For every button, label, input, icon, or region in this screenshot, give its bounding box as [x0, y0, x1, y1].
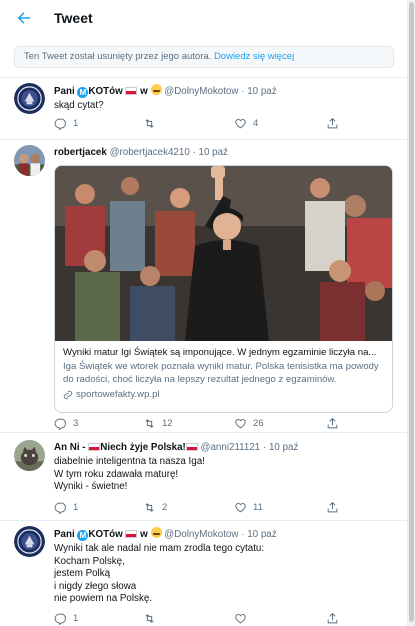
- page-header: Tweet: [0, 0, 408, 36]
- reply-button[interactable]: 1: [54, 612, 78, 625]
- reply-button[interactable]: 1: [54, 117, 78, 130]
- card-description: Iga Świątek we wtorek poznała wyniki mat…: [63, 361, 379, 385]
- tweet-actions: 3 12 26: [54, 417, 354, 431]
- like-button[interactable]: 26: [234, 417, 264, 430]
- card-title: Wyniki matur Igi Świątek są imponujące. …: [63, 347, 377, 358]
- retweet-button[interactable]: [143, 612, 162, 625]
- tweet-time[interactable]: 10 paź: [247, 529, 276, 540]
- like-icon: [235, 502, 246, 513]
- like-button[interactable]: 4: [234, 117, 258, 130]
- divider: [0, 520, 408, 521]
- avatar[interactable]: [14, 440, 45, 471]
- share-button[interactable]: [326, 117, 339, 130]
- link-preview-card[interactable]: Wyniki matur Igi Świątek są imponujące. …: [54, 165, 393, 413]
- author-name[interactable]: An Ni - Niech żyje Polska!: [54, 442, 198, 453]
- divider: [0, 139, 408, 140]
- like-button[interactable]: [234, 612, 253, 625]
- retweet-icon: [145, 503, 154, 512]
- share-button[interactable]: [326, 501, 339, 514]
- share-button[interactable]: [326, 417, 339, 430]
- scrollbar-thumb[interactable]: [409, 2, 414, 622]
- share-icon: [327, 417, 338, 429]
- tweet-column: Tweet Ten Tweet został usunięty przez je…: [0, 0, 408, 626]
- reply-icon: [54, 502, 66, 514]
- author-name[interactable]: Pani M KOTów w: [54, 527, 162, 541]
- like-button[interactable]: 11: [234, 501, 263, 514]
- tweet-reply[interactable]: An Ni - Niech żyje Polska! @anni211121 ·…: [0, 440, 408, 518]
- tweet-time[interactable]: 10 paź: [199, 147, 228, 158]
- poland-flag-icon: [185, 442, 198, 451]
- share-icon: [327, 501, 338, 513]
- article-image: [55, 166, 392, 341]
- divider: [0, 432, 408, 433]
- tweet-reply[interactable]: Pani M KOTów w @DolnyMokotow · 10 paź Wyn…: [0, 526, 408, 626]
- like-icon: [235, 418, 246, 429]
- reply-count: 3: [73, 418, 79, 429]
- retweet-button[interactable]: 2: [143, 501, 167, 514]
- cat-emoji-icon: [150, 84, 162, 95]
- author-handle[interactable]: @anni211121: [201, 442, 261, 453]
- author-name[interactable]: Pani M KOTów w: [54, 84, 162, 98]
- m-badge-icon: M: [77, 87, 89, 98]
- card-domain: sportowefakty.wp.pl: [76, 389, 160, 400]
- tweet-text: Wyniki tak ale nadal nie mam zrodla tego…: [54, 543, 265, 604]
- reply-icon: [54, 118, 66, 130]
- share-button[interactable]: [326, 612, 339, 625]
- reply-icon: [54, 418, 66, 430]
- avatar[interactable]: [14, 83, 45, 114]
- page-title: Tweet: [54, 10, 93, 26]
- tweet-reply[interactable]: robertjacek @robertjacek4210 · 10 paź Wy…: [0, 145, 408, 431]
- like-icon: [235, 118, 246, 129]
- tweet-time[interactable]: 10 paź: [247, 86, 276, 97]
- tweet-reply[interactable]: Pani M KOTów w @DolnyMokotow · 10 paź ską…: [0, 83, 408, 138]
- retweet-count: 2: [162, 502, 168, 513]
- share-icon: [327, 612, 338, 624]
- reply-count: 1: [73, 118, 79, 129]
- poland-flag-icon: [125, 529, 138, 538]
- back-arrow-icon[interactable]: [14, 9, 34, 27]
- poland-flag-icon: [88, 442, 101, 451]
- cat-emoji-icon: [150, 527, 162, 538]
- author-handle[interactable]: @robertjacek4210: [110, 147, 190, 158]
- like-count: 4: [253, 118, 259, 129]
- retweet-icon: [145, 614, 154, 623]
- avatar[interactable]: [14, 526, 45, 557]
- learn-more-link[interactable]: Dowiedz się więcej: [214, 51, 294, 62]
- author-handle[interactable]: @DolnyMokotow: [164, 529, 238, 540]
- m-badge-icon: M: [77, 530, 89, 541]
- tweet-actions: 1: [54, 612, 354, 626]
- share-icon: [327, 117, 338, 129]
- deleted-tweet-notice: Ten Tweet został usunięty przez jego aut…: [14, 46, 394, 68]
- retweet-icon: [145, 119, 154, 128]
- tweet-time[interactable]: 10 paź: [269, 442, 298, 453]
- tweet-actions: 1 4: [54, 117, 354, 131]
- notice-text: Ten Tweet został usunięty przez jego aut…: [24, 51, 212, 62]
- divider: [0, 77, 408, 78]
- retweet-button[interactable]: 12: [143, 417, 173, 430]
- like-icon: [235, 613, 246, 624]
- reply-count: 1: [73, 613, 79, 624]
- link-icon: [63, 390, 73, 399]
- retweet-count: 12: [162, 418, 173, 429]
- reply-button[interactable]: 1: [54, 501, 78, 514]
- reply-icon: [54, 613, 66, 625]
- author-handle[interactable]: @DolnyMokotow: [164, 86, 238, 97]
- card-link[interactable]: sportowefakty.wp.pl: [63, 389, 384, 400]
- tweet-actions: 1 2 11: [54, 501, 354, 515]
- avatar[interactable]: [14, 145, 45, 176]
- tweet-text: skąd cytat?: [54, 100, 104, 111]
- reply-count: 1: [73, 502, 79, 513]
- poland-flag-icon: [125, 86, 138, 95]
- scrollbar[interactable]: [408, 0, 415, 626]
- author-name[interactable]: robertjacek: [54, 147, 107, 158]
- like-count: 26: [253, 418, 264, 429]
- tweet-text: diabelnie inteligentna ta nasza Iga! W t…: [54, 456, 205, 492]
- reply-button[interactable]: 3: [54, 417, 78, 430]
- like-count: 11: [253, 502, 263, 513]
- retweet-icon: [145, 419, 154, 428]
- retweet-button[interactable]: [143, 117, 162, 130]
